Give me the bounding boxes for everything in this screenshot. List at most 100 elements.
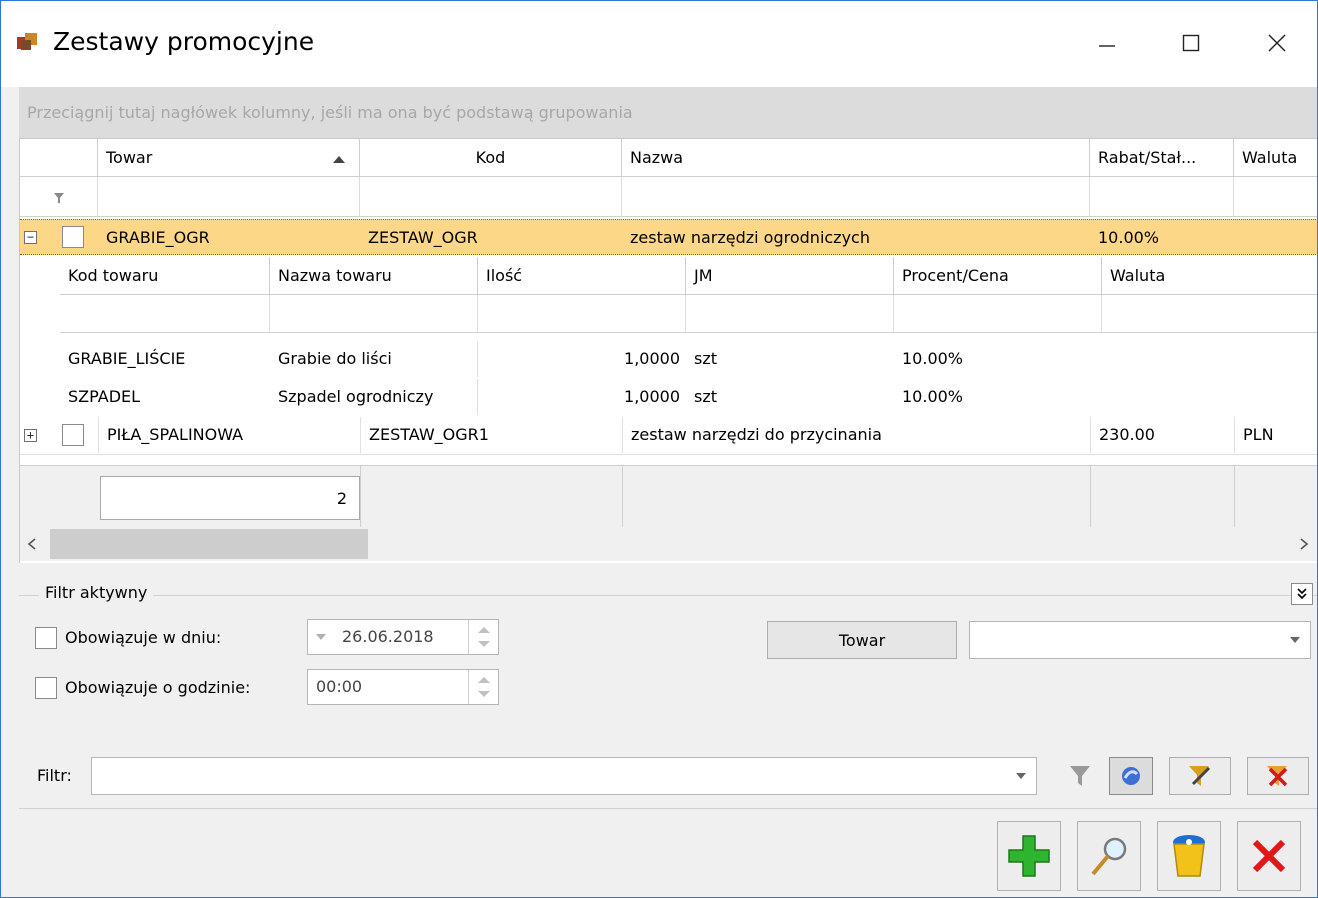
horizontal-scrollbar[interactable] (20, 527, 1317, 561)
detail-cell-nazwa: Grabie do liści (270, 341, 478, 377)
maximize-button[interactable] (1159, 19, 1223, 67)
double-chevron-down-icon (1297, 588, 1307, 600)
detail-filter-procent[interactable] (894, 295, 1102, 333)
minimize-button[interactable] (1075, 19, 1139, 67)
column-header-waluta[interactable]: Waluta (1234, 139, 1317, 177)
cell-towar: GRABIE_OGR (106, 228, 210, 247)
detail-cell-procent: 10.00% (902, 349, 964, 368)
header-indicator (20, 139, 98, 177)
scrollbar-thumb[interactable] (50, 529, 368, 559)
dropdown-arrow-icon[interactable] (1290, 637, 1300, 644)
delete-button[interactable] (1157, 821, 1221, 891)
add-button[interactable] (997, 821, 1061, 891)
apply-filter-button[interactable] (1053, 757, 1107, 795)
dropdown-arrow-icon[interactable] (316, 634, 326, 641)
column-header-towar[interactable]: Towar (98, 139, 360, 177)
minimize-icon (1099, 45, 1115, 47)
on-day-checkbox[interactable] (35, 627, 57, 649)
divider (1090, 466, 1091, 528)
collapse-icon[interactable]: − (24, 231, 37, 244)
cell-waluta: PLN (1234, 417, 1317, 453)
on-hour-time-input[interactable]: 00:00 (307, 669, 499, 705)
detail-filter-kod[interactable] (60, 295, 270, 333)
cell-kod: ZESTAW_OGR1 (360, 417, 622, 453)
main-window: Zestawy promocyjne Przeciągnij tutaj nag… (0, 0, 1318, 898)
filter-row-indicator[interactable] (20, 177, 98, 217)
on-day-date-input[interactable]: 26.06.2018 (307, 619, 499, 655)
close-red-icon (1252, 839, 1286, 873)
detail-header-nazwa[interactable]: Nazwa towaru (270, 257, 478, 295)
filter-edit-button[interactable] (1169, 757, 1231, 795)
column-header-nazwa[interactable]: Nazwa (622, 139, 1090, 177)
row-count: 2 (100, 476, 360, 520)
on-hour-label: Obowiązuje o godzinie: (65, 678, 251, 697)
detail-cell-jm: szt (694, 349, 718, 368)
funnel-icon (1070, 766, 1090, 786)
clear-filter-button[interactable] (1247, 757, 1309, 795)
on-hour-checkbox[interactable] (35, 677, 57, 699)
column-header-label: Towar (106, 148, 153, 167)
table-row-selected[interactable]: − GRABIE_OGR ZESTAW_OGR zestaw narzędzi … (20, 219, 1317, 255)
collapse-panel-button[interactable] (1291, 583, 1313, 605)
sort-asc-icon (333, 156, 345, 163)
grid-footer: 2 (20, 465, 1317, 528)
filter-cell-rabat[interactable] (1090, 177, 1234, 217)
column-header-kod[interactable]: Kod (360, 139, 622, 177)
detail-cell-kod: SZPADEL (68, 387, 141, 406)
on-day-label: Obowiązuje w dniu: (65, 628, 222, 647)
title-bar: Zestawy promocyjne (1, 1, 1317, 87)
plus-icon (1008, 835, 1050, 877)
filter-combo[interactable] (91, 757, 1037, 795)
close-button[interactable] (1245, 19, 1309, 67)
detail-cell-jm: szt (694, 387, 718, 406)
filter-builder-icon (1122, 767, 1140, 785)
detail-header-kod[interactable]: Kod towaru (60, 257, 270, 295)
scroll-right-icon[interactable] (1298, 537, 1310, 551)
detail-filter-waluta[interactable] (1102, 295, 1317, 333)
expand-icon[interactable]: + (24, 429, 37, 442)
scroll-left-icon[interactable] (26, 537, 38, 551)
detail-grid: Kod towaru Nazwa towaru Ilość JM Procent… (60, 257, 1317, 425)
detail-cell-procent: 10.00% (902, 387, 964, 406)
spin-down-icon[interactable] (478, 640, 490, 648)
time-spinner[interactable] (468, 670, 498, 704)
cell-rabat: 10.00% (1098, 228, 1160, 247)
spin-up-icon[interactable] (478, 626, 490, 634)
detail-header-waluta[interactable]: Waluta (1102, 257, 1317, 295)
towar-button[interactable]: Towar (767, 621, 957, 659)
detail-header-jm[interactable]: JM (686, 257, 894, 295)
detail-header-procent[interactable]: Procent/Cena (894, 257, 1102, 295)
towar-combo[interactable] (969, 621, 1311, 659)
detail-cell-ilosc: 1,0000 (624, 387, 680, 406)
on-hour-value: 00:00 (316, 677, 363, 696)
detail-filter-ilosc[interactable] (478, 295, 686, 333)
preview-button[interactable] (1077, 821, 1141, 891)
detail-row[interactable]: SZPADEL Szpadel ogrodniczy 1,0000 szt 10… (60, 379, 1317, 417)
spin-down-icon[interactable] (478, 690, 490, 698)
filter-cell-towar[interactable] (98, 177, 360, 217)
cell-kod: ZESTAW_OGR (368, 228, 478, 247)
window-title: Zestawy promocyjne (53, 27, 315, 56)
detail-header-ilosc[interactable]: Ilość (478, 257, 686, 295)
detail-cell-kod: GRABIE_LIŚCIE (68, 349, 186, 368)
detail-filter-nazwa[interactable] (270, 295, 478, 333)
filter-cell-nazwa[interactable] (622, 177, 1090, 217)
detail-filter-jm[interactable] (686, 295, 894, 333)
table-row[interactable]: + PIŁA_SPALINOWA ZESTAW_OGR1 zestaw narz… (20, 417, 1317, 455)
cancel-button[interactable] (1237, 821, 1301, 891)
filter-cell-waluta[interactable] (1234, 177, 1317, 217)
column-header-rabat[interactable]: Rabat/Stał... (1090, 139, 1234, 177)
detail-row[interactable]: GRABIE_LIŚCIE Grabie do liści 1,0000 szt… (60, 341, 1317, 379)
trash-icon (1173, 835, 1205, 877)
group-by-panel[interactable]: Przeciągnij tutaj nagłówek kolumny, jeśl… (19, 87, 1317, 139)
spin-up-icon[interactable] (478, 676, 490, 684)
date-spinner[interactable] (468, 620, 498, 654)
row-checkbox[interactable] (62, 226, 84, 248)
row-checkbox[interactable] (62, 424, 84, 446)
filter-cell-kod[interactable] (360, 177, 622, 217)
dropdown-arrow-icon[interactable] (1016, 773, 1026, 780)
filter-builder-button[interactable] (1109, 757, 1153, 795)
clear-filter-icon (1267, 766, 1288, 787)
magnifier-icon (1091, 837, 1127, 876)
data-grid: Towar Kod Nazwa Rabat/Stał... Waluta − G… (19, 139, 1317, 563)
